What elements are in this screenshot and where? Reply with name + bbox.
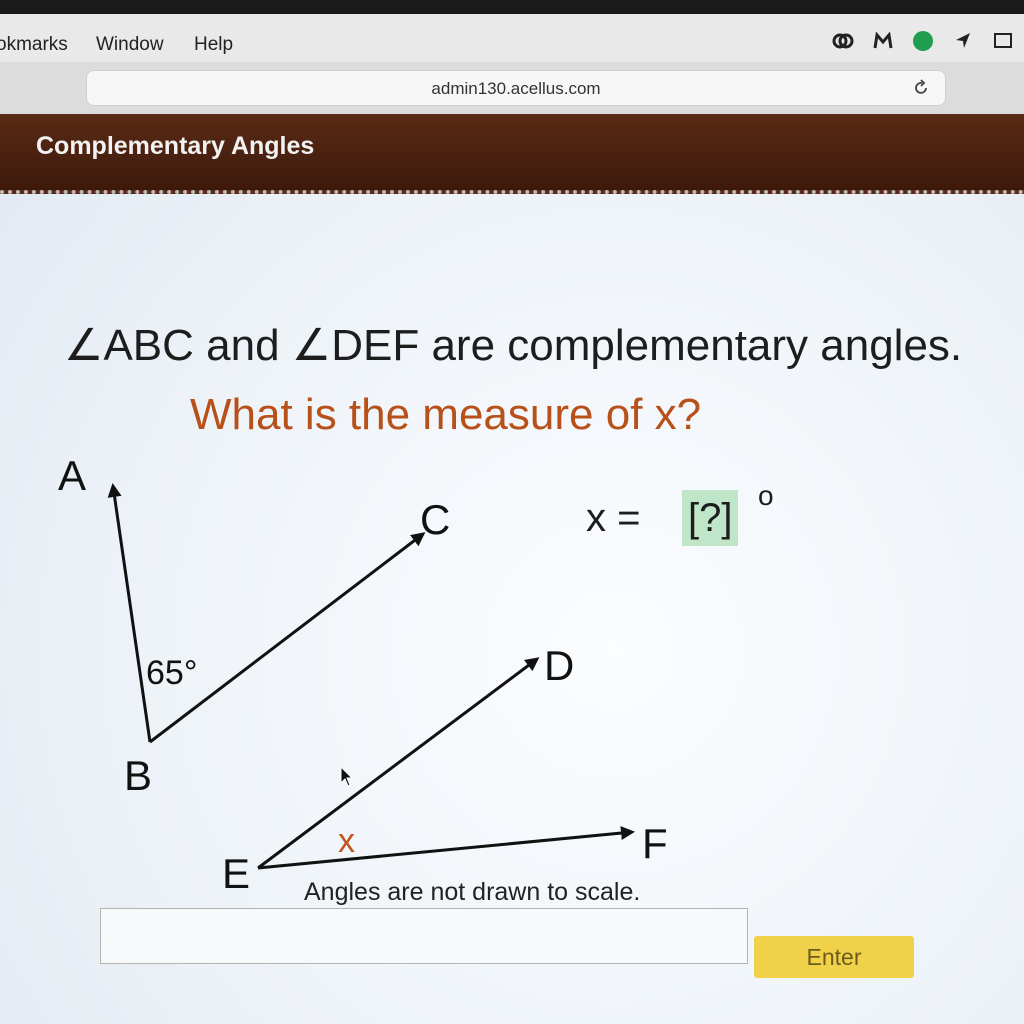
address-bar[interactable]: admin130.acellus.com	[86, 70, 946, 106]
label-c: C	[420, 496, 450, 543]
angle-def-label: x	[338, 822, 355, 860]
enter-button[interactable]: Enter	[754, 936, 914, 978]
status-icons	[832, 30, 1014, 52]
url-text: admin130.acellus.com	[431, 79, 601, 98]
scale-note: Angles are not drawn to scale.	[304, 878, 641, 906]
grammarly-icon[interactable]	[912, 30, 934, 52]
label-a: A	[58, 452, 86, 499]
menu-bookmarks[interactable]: okmarks	[0, 34, 68, 56]
answer-input[interactable]	[100, 908, 748, 964]
lesson-content: ∠ABC and ∠DEF are complementary angles. …	[0, 194, 1024, 1024]
ray-bc	[149, 532, 426, 744]
menu-window[interactable]: Window	[96, 34, 164, 56]
mouse-cursor-icon	[340, 766, 354, 787]
ray-ef	[257, 826, 635, 870]
menu-bar: okmarks Window Help	[0, 0, 1024, 62]
label-b: B	[124, 752, 152, 799]
creative-cloud-icon[interactable]	[832, 30, 854, 52]
reload-icon[interactable]	[911, 78, 931, 98]
angle-abc-value: 65°	[146, 654, 197, 692]
label-f: F	[642, 820, 668, 867]
malwarebytes-icon[interactable]	[872, 30, 894, 52]
browser-toolbar: admin130.acellus.com	[0, 62, 1024, 115]
ray-ed	[257, 657, 540, 870]
label-d: D	[544, 642, 574, 689]
course-header: Complementary Angles	[0, 114, 1024, 194]
course-title: Complementary Angles	[36, 132, 315, 160]
ray-ba	[107, 483, 152, 743]
location-arrow-icon[interactable]	[952, 30, 974, 52]
label-e: E	[222, 850, 250, 897]
menu-help[interactable]: Help	[194, 34, 233, 56]
window-icon[interactable]	[992, 30, 1014, 52]
